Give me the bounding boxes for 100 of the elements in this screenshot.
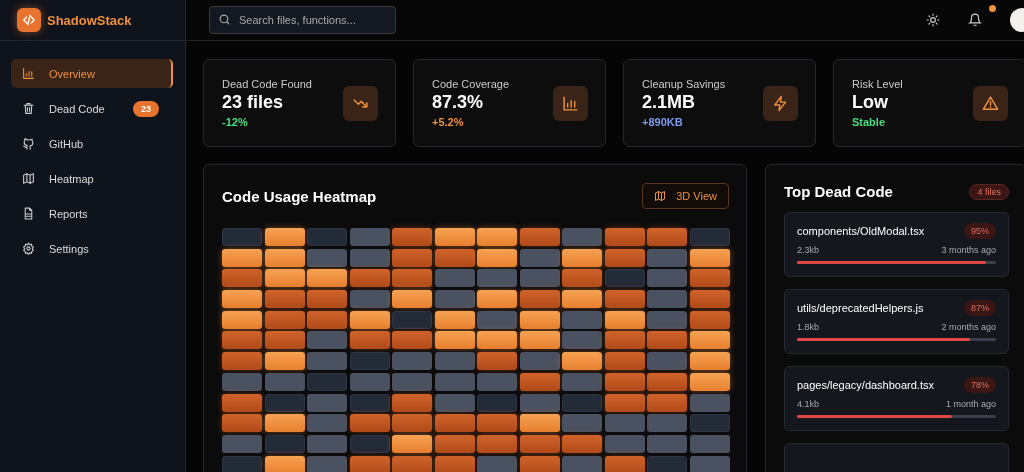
heatmap-cell[interactable] [647, 331, 687, 350]
heatmap-cell[interactable] [519, 290, 560, 309]
heatmap-cell[interactable] [477, 228, 517, 246]
heatmap-cell[interactable] [222, 228, 262, 246]
heatmap-cell[interactable] [519, 393, 560, 412]
heatmap-cell[interactable] [477, 248, 517, 267]
heatmap-cell[interactable] [604, 269, 645, 288]
heatmap-cell[interactable] [519, 434, 560, 453]
heatmap-cell[interactable] [647, 414, 687, 433]
heatmap-cell[interactable] [604, 393, 645, 412]
heatmap-cell[interactable] [349, 290, 390, 309]
heatmap-cell[interactable] [477, 455, 517, 472]
heatmap-cell[interactable] [264, 248, 305, 267]
heatmap-cell[interactable] [307, 414, 347, 433]
heatmap-cell[interactable] [307, 228, 347, 246]
heatmap-cell[interactable] [307, 393, 347, 412]
heatmap-cell[interactable] [222, 393, 262, 412]
heatmap-cell[interactable] [647, 352, 687, 371]
heatmap-cell[interactable] [222, 290, 262, 309]
heatmap-cell[interactable] [434, 434, 475, 453]
heatmap-cell[interactable] [392, 372, 432, 391]
heatmap-cell[interactable] [477, 290, 517, 309]
heatmap-cell[interactable] [562, 310, 602, 329]
heatmap-cell[interactable] [562, 434, 602, 453]
3d-view-button[interactable]: 3D View [642, 183, 729, 209]
heatmap-cell[interactable] [519, 331, 560, 350]
heatmap-cell[interactable] [689, 228, 730, 246]
heatmap-cell[interactable] [349, 310, 390, 329]
heatmap-cell[interactable] [519, 455, 560, 472]
heatmap-cell[interactable] [647, 248, 687, 267]
nav-item[interactable]: GitHub [11, 129, 173, 158]
heatmap-cell[interactable] [307, 290, 347, 309]
heatmap-cell[interactable] [647, 310, 687, 329]
heatmap-cell[interactable] [349, 228, 390, 246]
heatmap-cell[interactable] [604, 372, 645, 391]
heatmap-cell[interactable] [477, 414, 517, 433]
heatmap-cell[interactable] [434, 248, 475, 267]
heatmap-cell[interactable] [434, 455, 475, 472]
heatmap-cell[interactable] [349, 393, 390, 412]
heatmap-cell[interactable] [392, 248, 432, 267]
heatmap-cell[interactable] [562, 414, 602, 433]
file-card[interactable]: components/OldModal.tsx 95% 2.3kb 3 months ago [784, 212, 1009, 277]
heatmap-cell[interactable] [222, 414, 262, 433]
nav-item[interactable]: Reports [11, 199, 173, 228]
heatmap-cell[interactable] [434, 372, 475, 391]
heatmap-cell[interactable] [647, 434, 687, 453]
heatmap-cell[interactable] [222, 248, 262, 267]
heatmap-cell[interactable] [434, 310, 475, 329]
heatmap-cell[interactable] [477, 310, 517, 329]
heatmap-cell[interactable] [434, 414, 475, 433]
heatmap-cell[interactable] [434, 228, 475, 246]
heatmap-cell[interactable] [562, 393, 602, 412]
heatmap-cell[interactable] [222, 434, 262, 453]
heatmap-cell[interactable] [264, 414, 305, 433]
heatmap-cell[interactable] [392, 393, 432, 412]
nav-item[interactable]: Overview [11, 59, 173, 88]
heatmap-cell[interactable] [562, 372, 602, 391]
heatmap-cell[interactable] [477, 372, 517, 391]
heatmap-cell[interactable] [222, 310, 262, 329]
heatmap-cell[interactable] [477, 393, 517, 412]
heatmap-cell[interactable] [562, 228, 602, 246]
heatmap-cell[interactable] [434, 352, 475, 371]
heatmap-cell[interactable] [689, 414, 730, 433]
heatmap-cell[interactable] [647, 455, 687, 472]
heatmap-cell[interactable] [562, 455, 602, 472]
heatmap-cell[interactable] [562, 352, 602, 371]
file-card[interactable]: utils/deprecatedHelpers.js 87% 1.8kb 2 months ago [784, 289, 1009, 354]
heatmap-cell[interactable] [604, 228, 645, 246]
heatmap-cell[interactable] [689, 434, 730, 453]
heatmap-cell[interactable] [604, 434, 645, 453]
heatmap-cell[interactable] [349, 414, 390, 433]
heatmap-cell[interactable] [562, 290, 602, 309]
heatmap-cell[interactable] [222, 331, 262, 350]
heatmap-cell[interactable] [689, 331, 730, 350]
heatmap-cell[interactable] [307, 352, 347, 371]
nav-item[interactable]: Dead Code 23 [11, 94, 173, 123]
heatmap-cell[interactable] [222, 269, 262, 288]
heatmap-cell[interactable] [562, 269, 602, 288]
heatmap-cell[interactable] [689, 352, 730, 371]
heatmap-cell[interactable] [392, 310, 432, 329]
heatmap-cell[interactable] [604, 352, 645, 371]
heatmap-cell[interactable] [604, 455, 645, 472]
heatmap-cell[interactable] [519, 414, 560, 433]
heatmap-cell[interactable] [647, 269, 687, 288]
heatmap-cell[interactable] [477, 331, 517, 350]
heatmap-cell[interactable] [604, 331, 645, 350]
heatmap-cell[interactable] [477, 352, 517, 371]
heatmap-cell[interactable] [519, 269, 560, 288]
heatmap-cell[interactable] [604, 248, 645, 267]
heatmap-cell[interactable] [689, 310, 730, 329]
heatmap-cell[interactable] [349, 248, 390, 267]
heatmap-cell[interactable] [562, 248, 602, 267]
heatmap-cell[interactable] [392, 434, 432, 453]
heatmap-cell[interactable] [689, 248, 730, 267]
heatmap-cell[interactable] [349, 434, 390, 453]
heatmap-cell[interactable] [349, 331, 390, 350]
heatmap-cell[interactable] [689, 290, 730, 309]
heatmap-cell[interactable] [307, 310, 347, 329]
heatmap-cell[interactable] [307, 434, 347, 453]
heatmap-cell[interactable] [392, 352, 432, 371]
